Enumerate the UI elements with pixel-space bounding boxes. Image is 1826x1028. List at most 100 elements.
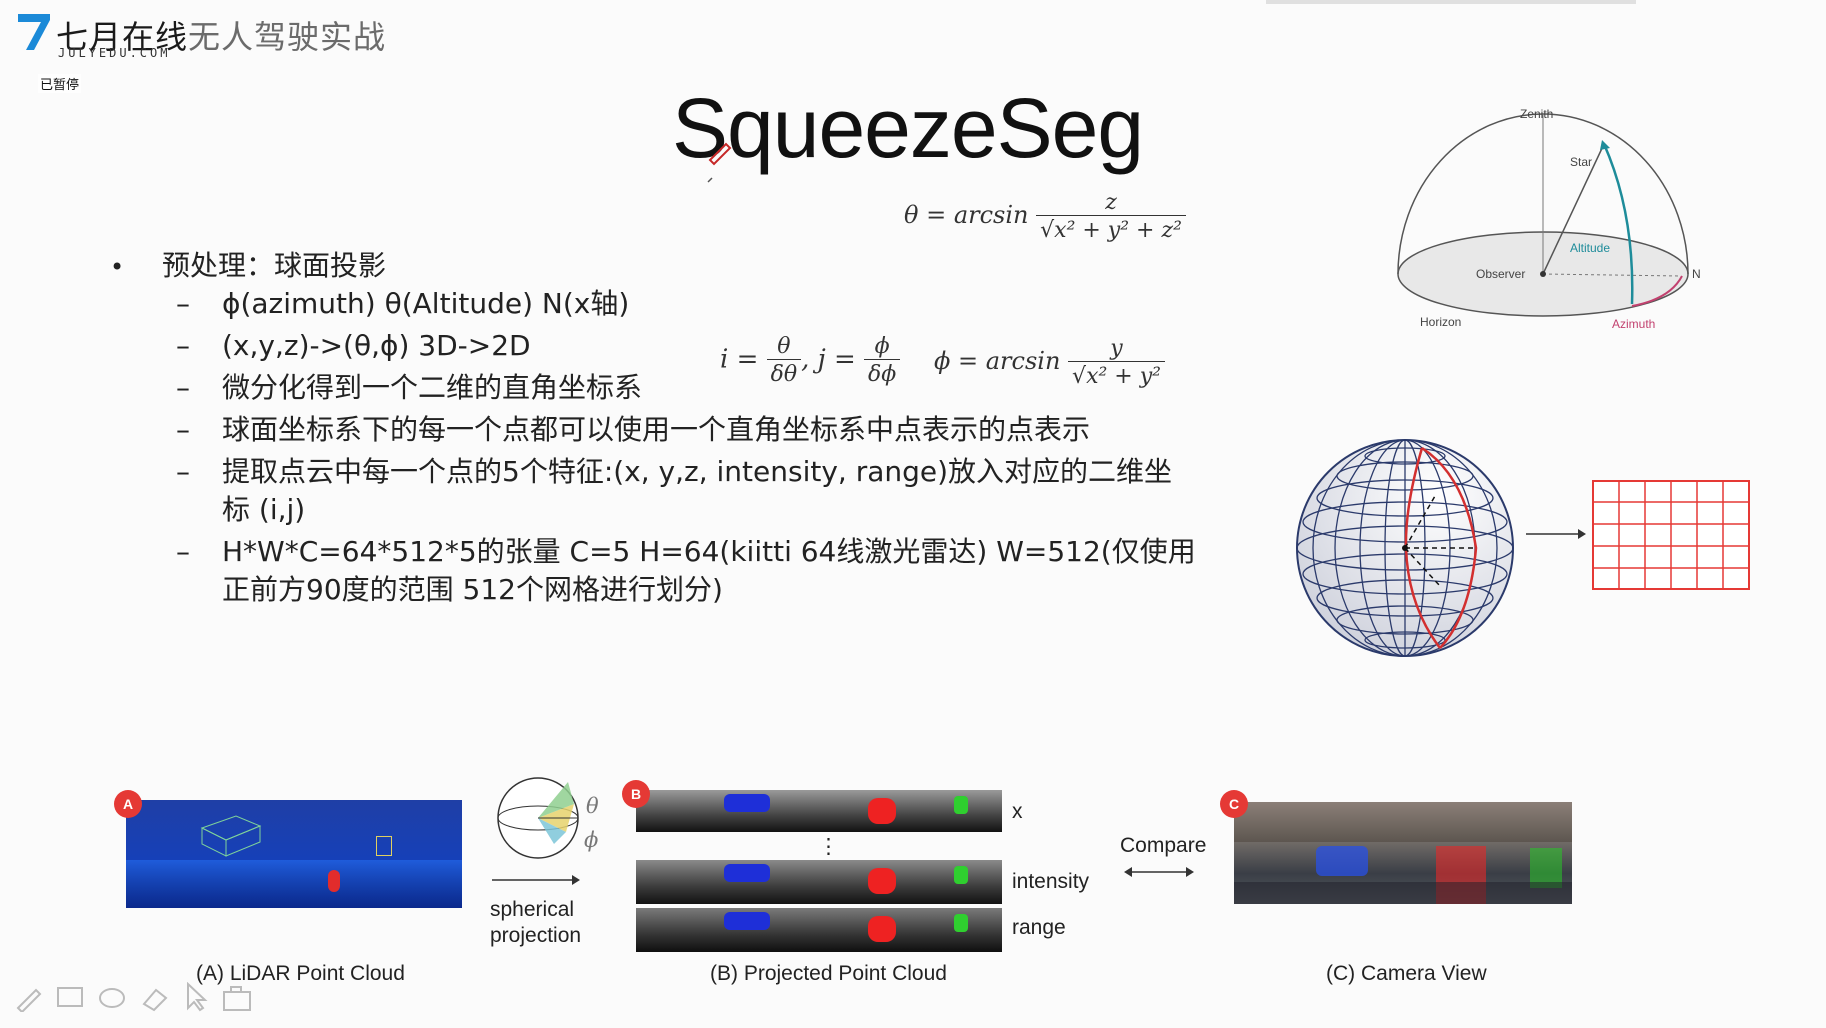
theta-formula-lhs: θ = arcsin	[904, 201, 1029, 229]
phi-numerator: y	[1110, 336, 1123, 361]
camera-view-image	[1234, 802, 1572, 904]
projection-label: projection	[490, 924, 582, 947]
spherical-projection-icon	[497, 777, 579, 859]
projected-strip-intensity	[636, 860, 1002, 904]
car-blob-icon	[724, 912, 770, 930]
badge-c: C	[1220, 790, 1248, 818]
projected-strip-x	[636, 790, 1002, 832]
i-denominator: δθ	[766, 359, 802, 387]
phi-formula-lhs: ϕ = arcsin	[934, 347, 1061, 375]
theta-fraction: z √x² + y² + z²	[1036, 190, 1186, 243]
pointer-icon[interactable]	[182, 982, 212, 1012]
pen-cursor-icon	[707, 142, 732, 183]
projected-strip-range	[636, 908, 1002, 952]
j-numerator: ϕ	[874, 334, 890, 359]
pedestrian-blob-icon	[868, 798, 896, 824]
bullet-main-text: 预处理：球面投影	[162, 249, 387, 282]
car-blob-icon	[724, 794, 770, 812]
label-lidar: (A) LiDAR Point Cloud	[196, 962, 405, 985]
badge-a: A	[114, 790, 142, 818]
dash-icon: –	[176, 287, 190, 320]
theta-symbol: θ	[586, 794, 599, 818]
compare-arrow-icon	[1124, 867, 1194, 877]
top-bar-fragment	[1266, 0, 1636, 4]
ij-formula: i = θ δθ , j = ϕ δϕ	[720, 334, 901, 387]
slide-title: SqueezeSeg	[672, 81, 1144, 175]
dash-icon: –	[176, 535, 190, 568]
i-numerator: θ	[777, 334, 791, 359]
label-projected: (B) Projected Point Cloud	[710, 962, 947, 985]
sphere-center-dot	[1402, 545, 1408, 551]
j-lhs: , j =	[801, 344, 856, 375]
pedestrian-red-icon	[328, 870, 340, 892]
phi-symbol: ϕ	[584, 828, 599, 852]
spherical-label: spherical	[490, 898, 575, 921]
brand-url: JULYEDU.COM	[58, 46, 171, 60]
phi-formula: ϕ = arcsin y √x² + y²	[934, 336, 1165, 389]
shape-icon[interactable]	[98, 984, 128, 1012]
dash-icon: –	[176, 329, 190, 362]
dash-icon: –	[176, 455, 190, 488]
north-label: N	[1692, 267, 1701, 281]
altitude-label: Altitude	[1570, 241, 1610, 255]
seven-logo-icon	[18, 14, 50, 50]
hemisphere-diagram: Zenith Star Altitude Observer N Horizon …	[1397, 107, 1701, 331]
label-camera: (C) Camera View	[1326, 962, 1487, 985]
projection-arrow-icon	[492, 875, 580, 885]
pen-icon[interactable]	[14, 982, 44, 1012]
i-fraction: θ δθ	[766, 334, 802, 387]
camera-icon[interactable]	[222, 984, 256, 1012]
dash-icon: –	[176, 413, 190, 446]
sub-item-text: ϕ(azimuth) θ(Altitude) N(x轴)	[222, 287, 630, 320]
horizon-label: Horizon	[1420, 315, 1461, 329]
compare-label: Compare	[1120, 834, 1207, 857]
phi-fraction: y √x² + y²	[1068, 336, 1165, 389]
observer-label: Observer	[1476, 267, 1525, 281]
star-arrow-icon	[1600, 140, 1610, 150]
car-overlay-icon	[1316, 846, 1368, 876]
j-denominator: δϕ	[864, 359, 901, 387]
theta-formula: θ = arcsin z √x² + y² + z²	[904, 190, 1186, 243]
range-channel-label: range	[1012, 916, 1066, 939]
x-channel-label: x	[1012, 800, 1023, 823]
projected-grid	[1592, 480, 1750, 590]
arrow-right-icon	[1526, 529, 1586, 539]
badge-b: B	[622, 780, 650, 808]
observer-dot	[1540, 271, 1546, 277]
star-label: Star	[1570, 155, 1592, 169]
theta-denominator: √x² + y² + z²	[1036, 215, 1186, 243]
car-blob-icon	[724, 864, 770, 882]
pedestrian-blob-icon	[868, 868, 896, 894]
paused-status: 已暂停	[38, 74, 82, 93]
sub-item-text: 提取点云中每一个点的5个特征:(x, y,z, intensity, range…	[222, 455, 1173, 488]
theta-numerator: z	[1105, 190, 1117, 215]
sphere-grid-diagram	[1296, 439, 1514, 657]
screen-icon[interactable]	[56, 986, 86, 1012]
zenith-label: Zenith	[1520, 107, 1553, 121]
channel-ellipsis: ⋮	[818, 835, 839, 858]
cyclist-blob-icon	[954, 866, 968, 884]
sub-item-text: 球面坐标系下的每一个点都可以使用一个直角坐标系中点表示的点表示	[222, 413, 1091, 446]
dash-icon: –	[176, 371, 190, 404]
cyclist-blob-icon	[954, 914, 968, 932]
sub-item-text: H*W*C=64*512*5的张量 C=5 H=64(kiitti 64线激光雷…	[222, 535, 1196, 568]
sub-item-text: 正前方90度的范围 512个网格进行划分)	[222, 573, 723, 606]
sub-item-text: 标 (i,j)	[222, 493, 306, 526]
sub-item-text: 微分化得到一个二维的直角坐标系	[222, 371, 643, 404]
pedestrian-box-icon	[376, 836, 392, 856]
cyclist-blob-icon	[954, 796, 968, 814]
azimuth-label: Azimuth	[1612, 317, 1655, 331]
slide-canvas: 七月在线无人驾驶实战 JULYEDU.COM 已暂停 SqueezeSeg θ …	[0, 0, 1826, 1028]
sub-item-text: (x,y,z)->(θ,ϕ) 3D->2D	[222, 329, 531, 362]
bullet-dot-icon: •	[110, 253, 125, 281]
lidar-point-cloud-image	[126, 800, 462, 908]
car-points-icon	[200, 815, 262, 857]
bullet-main: • 预处理：球面投影	[110, 244, 386, 284]
eraser-icon[interactable]	[140, 984, 170, 1012]
j-fraction: ϕ δϕ	[864, 334, 901, 387]
pedestrian-blob-icon	[868, 916, 896, 942]
i-lhs: i =	[720, 344, 759, 375]
intensity-channel-label: intensity	[1012, 870, 1090, 893]
brand-name-part2: 无人驾驶实战	[188, 18, 387, 56]
phi-denominator: √x² + y²	[1068, 361, 1165, 389]
